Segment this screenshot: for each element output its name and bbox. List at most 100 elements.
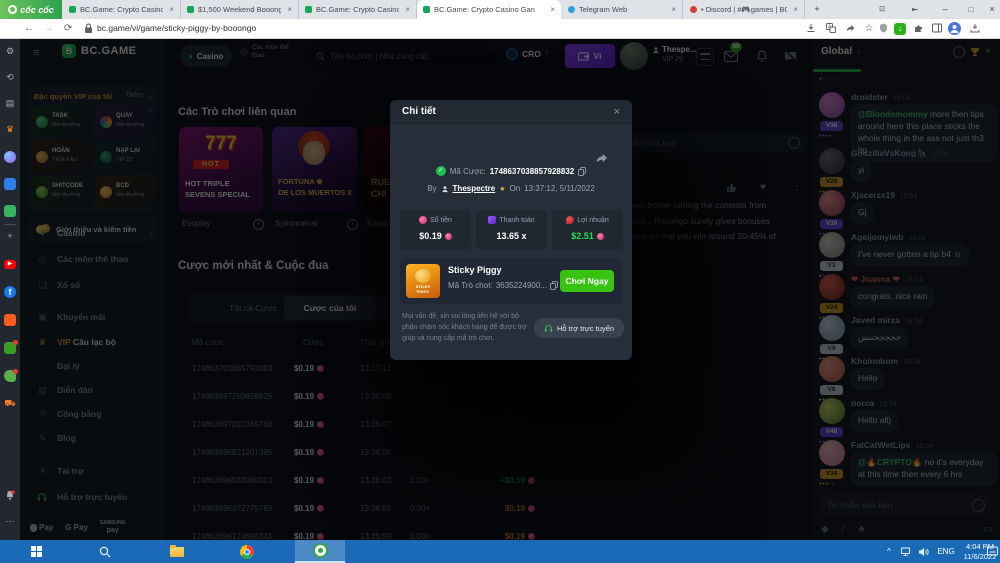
bcgame-favicon: [423, 6, 430, 13]
downloads-tray-icon[interactable]: [970, 23, 982, 35]
profile-avatar-icon[interactable]: [948, 22, 961, 35]
settings-gear-icon[interactable]: ⚙: [0, 46, 20, 57]
bet-author-row: By Thespectre ★ On 13:37:12, 5/11/2022: [390, 184, 632, 193]
on-label: On: [510, 184, 521, 193]
start-button[interactable]: [26, 540, 46, 563]
youtube-icon[interactable]: ▶: [4, 260, 16, 269]
browser-tab-2[interactable]: $1,500 Weekend Booongo M ×: [181, 0, 299, 19]
vip-crown-icon[interactable]: ♛: [0, 124, 20, 135]
tab-close-icon[interactable]: ×: [405, 5, 410, 14]
sidebar-toggle-icon[interactable]: [932, 23, 944, 35]
shop-icon[interactable]: [4, 342, 16, 354]
browser-tab-6[interactable]: • Discord | #🎮games | BC G ×: [684, 0, 805, 19]
browser-tab-strip: cốc cốc BC.Game: Crypto Casino Gan × $1,…: [0, 0, 1000, 19]
tab-close-icon[interactable]: ×: [793, 5, 798, 14]
language-indicator[interactable]: ENG: [934, 540, 958, 563]
bet-username-link[interactable]: Thespectre: [453, 184, 496, 193]
verified-check-icon: ✓: [436, 166, 446, 176]
translate-icon[interactable]: A: [826, 23, 838, 35]
game-name: Sticky Piggy: [448, 265, 502, 275]
copy-icon[interactable]: [550, 281, 558, 290]
bcgame-favicon: [69, 6, 76, 13]
sticky-piggy-thumbnail[interactable]: STICKYPIGGY: [406, 264, 440, 298]
zalo-icon[interactable]: [4, 178, 16, 190]
game-info-card: STICKYPIGGY Sticky Piggy Mã Trò chơi:363…: [400, 258, 622, 304]
game-id-row: Mã Trò chơi:3635224900...: [448, 281, 558, 290]
network-icon[interactable]: [898, 540, 914, 563]
window-minimize-button[interactable]: –: [934, 0, 956, 19]
window-close-button[interactable]: ×: [984, 0, 1000, 19]
strip-divider: [4, 224, 16, 225]
copy-icon[interactable]: [578, 167, 586, 176]
live-support-label: Hỗ trợ trực tuyến: [557, 324, 614, 333]
more-options-icon[interactable]: ⋯: [0, 516, 20, 527]
reading-list-icon[interactable]: ▤: [0, 98, 20, 109]
headset-icon: [544, 324, 553, 333]
url-bar[interactable]: bc.game/vi/game/sticky-piggy-by-booongo: [97, 19, 256, 38]
modal-title: Chi tiết: [402, 106, 436, 117]
live-support-button[interactable]: Hỗ trợ trực tuyến: [534, 318, 624, 338]
action-center-icon[interactable]: [985, 540, 1000, 563]
tab-title: Telegram Web: [579, 5, 665, 14]
facebook-icon[interactable]: f: [4, 286, 16, 298]
stat-payout: Thanh toán 13.65 x: [476, 210, 547, 250]
lock-icon[interactable]: [84, 23, 93, 34]
tray-expand-icon[interactable]: ^: [882, 540, 896, 563]
messenger-icon[interactable]: [4, 151, 16, 163]
coccoc-taskbar-icon-active[interactable]: [295, 540, 345, 563]
coccoc-logo-icon: [8, 5, 17, 14]
browser-tab-1[interactable]: BC.Game: Crypto Casino Gan ×: [63, 0, 181, 19]
telegram-favicon: [568, 6, 575, 13]
history-icon[interactable]: ⟲: [0, 72, 20, 83]
new-tab-button[interactable]: +: [808, 0, 826, 19]
support-note: Mọi vấn đề, xin vui lòng liên hệ với bộ …: [402, 312, 530, 345]
bookmark-star-icon[interactable]: ☆: [863, 23, 875, 35]
tab-title: • Discord | #🎮games | BC G: [701, 5, 787, 14]
browser-tab-3[interactable]: BC.Game: Crypto Casino Gan ×: [299, 0, 417, 19]
cart-icon[interactable]: ⛟: [0, 398, 20, 409]
coin-icon: [597, 233, 604, 240]
windows-taskbar: ^ ENG 4:04 PM 11/6/2022: [0, 540, 1000, 563]
bet-id-value: 1748637038857928832: [490, 167, 575, 176]
forward-button[interactable]: →: [44, 19, 54, 38]
save-page-icon[interactable]: [806, 23, 818, 35]
coin-icon: [445, 233, 452, 240]
tiki-icon[interactable]: [4, 314, 16, 326]
modal-header: Chi tiết ×: [390, 100, 632, 124]
person-icon: [441, 185, 449, 193]
notifications-bell-icon[interactable]: [0, 490, 20, 501]
bet-id-row: ✓ Mã Cược: 1748637038857928832: [390, 166, 632, 176]
share-icon[interactable]: [845, 23, 857, 35]
tab-close-icon[interactable]: ×: [671, 5, 676, 14]
bet-datetime: 13:37:12, 5/11/2022: [524, 184, 595, 193]
amount-icon: [419, 216, 427, 224]
bcgame-favicon: [305, 6, 312, 13]
back-button[interactable]: ←: [24, 19, 34, 38]
download-manager-icon[interactable]: ↓: [894, 23, 906, 35]
chrome-icon[interactable]: [236, 540, 258, 563]
tab-close-icon[interactable]: ×: [287, 5, 292, 14]
extensions-icon[interactable]: [914, 23, 926, 35]
medal-icon: ★: [499, 185, 505, 193]
share-bet-icon[interactable]: [594, 152, 608, 164]
volume-icon[interactable]: [915, 540, 931, 563]
capture-icon[interactable]: ⊡: [872, 0, 892, 19]
stat-profit: Lợi nhuận $2.51: [552, 210, 623, 250]
file-explorer-icon[interactable]: [166, 540, 188, 563]
games-gamepad-icon[interactable]: [4, 205, 16, 217]
modal-close-icon[interactable]: ×: [614, 106, 620, 118]
browser-tab-4-active[interactable]: BC.Game: Crypto Casino Gan ×: [417, 0, 561, 19]
play-now-button[interactable]: Chơi Ngay: [560, 270, 614, 292]
add-shortcut-icon[interactable]: +: [0, 231, 20, 242]
coccoc-brand: cốc cốc: [0, 0, 62, 19]
browser-tab-5[interactable]: Telegram Web ×: [562, 0, 683, 19]
fresh-food-icon[interactable]: [4, 370, 16, 382]
tab-search-icon[interactable]: ⇤: [905, 0, 925, 19]
tab-close-icon[interactable]: ×: [169, 5, 174, 14]
adblock-shield-icon[interactable]: [879, 23, 891, 35]
taskbar-search-icon[interactable]: [94, 540, 116, 563]
coccoc-sidebar: ⚙ ⟲ ▤ ♛ + ▶ f ⛟ ⋯: [0, 38, 20, 540]
window-maximize-button[interactable]: □: [960, 0, 982, 19]
reload-button[interactable]: ⟳: [64, 19, 72, 38]
tab-close-icon[interactable]: ×: [550, 5, 555, 14]
